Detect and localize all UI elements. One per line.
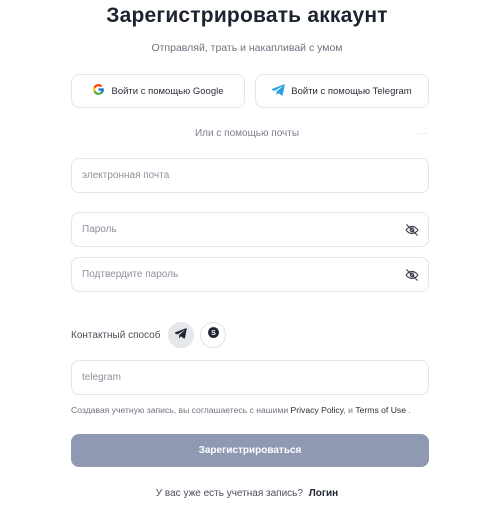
telegram-icon: [271, 83, 286, 99]
password-field[interactable]: [71, 212, 429, 247]
contact-skype-button[interactable]: S: [200, 322, 226, 348]
terms-and: , и: [343, 405, 353, 415]
telegram-login-button[interactable]: Войти с помощью Telegram: [255, 74, 429, 108]
contact-field[interactable]: [71, 360, 429, 395]
email-input[interactable]: [82, 159, 382, 192]
contact-input[interactable]: [82, 361, 382, 394]
divider-line: [418, 133, 428, 134]
contact-telegram-button[interactable]: [168, 322, 194, 348]
confirm-password-input[interactable]: [82, 258, 382, 291]
eye-off-icon[interactable]: [405, 223, 419, 237]
terms-text: Создавая учетную запись, вы соглашаетесь…: [71, 405, 411, 415]
login-link[interactable]: Логин: [309, 488, 338, 499]
skype-icon: S: [207, 326, 220, 344]
terms-suffix: .: [408, 405, 411, 415]
login-prompt: У вас уже есть учетная запись? Логин: [0, 488, 494, 499]
page-title: Зарегистрировать аккаунт: [106, 4, 388, 27]
google-login-button[interactable]: Войти с помощью Google: [71, 74, 245, 108]
contact-method-label: Контактный способ: [71, 330, 161, 341]
eye-off-icon[interactable]: [405, 268, 419, 282]
telegram-login-label: Войти с помощью Telegram: [291, 85, 412, 97]
google-login-label: Войти с помощью Google: [111, 85, 224, 97]
google-icon: [92, 83, 105, 99]
page-subtitle: Отправляй, трать и накапливай с умом: [151, 42, 343, 54]
confirm-password-field[interactable]: [71, 257, 429, 292]
telegram-icon: [174, 326, 187, 344]
terms-of-use-link[interactable]: Terms of Use: [355, 405, 406, 415]
login-question: У вас уже есть учетная запись?: [155, 488, 303, 499]
email-field[interactable]: [71, 158, 429, 193]
terms-prefix: Создавая учетную запись, вы соглашаетесь…: [71, 405, 289, 415]
register-button[interactable]: Зарегистрироваться: [71, 434, 429, 467]
privacy-policy-link[interactable]: Privacy Policy: [291, 405, 344, 415]
password-input[interactable]: [82, 213, 382, 246]
svg-text:S: S: [211, 330, 216, 337]
